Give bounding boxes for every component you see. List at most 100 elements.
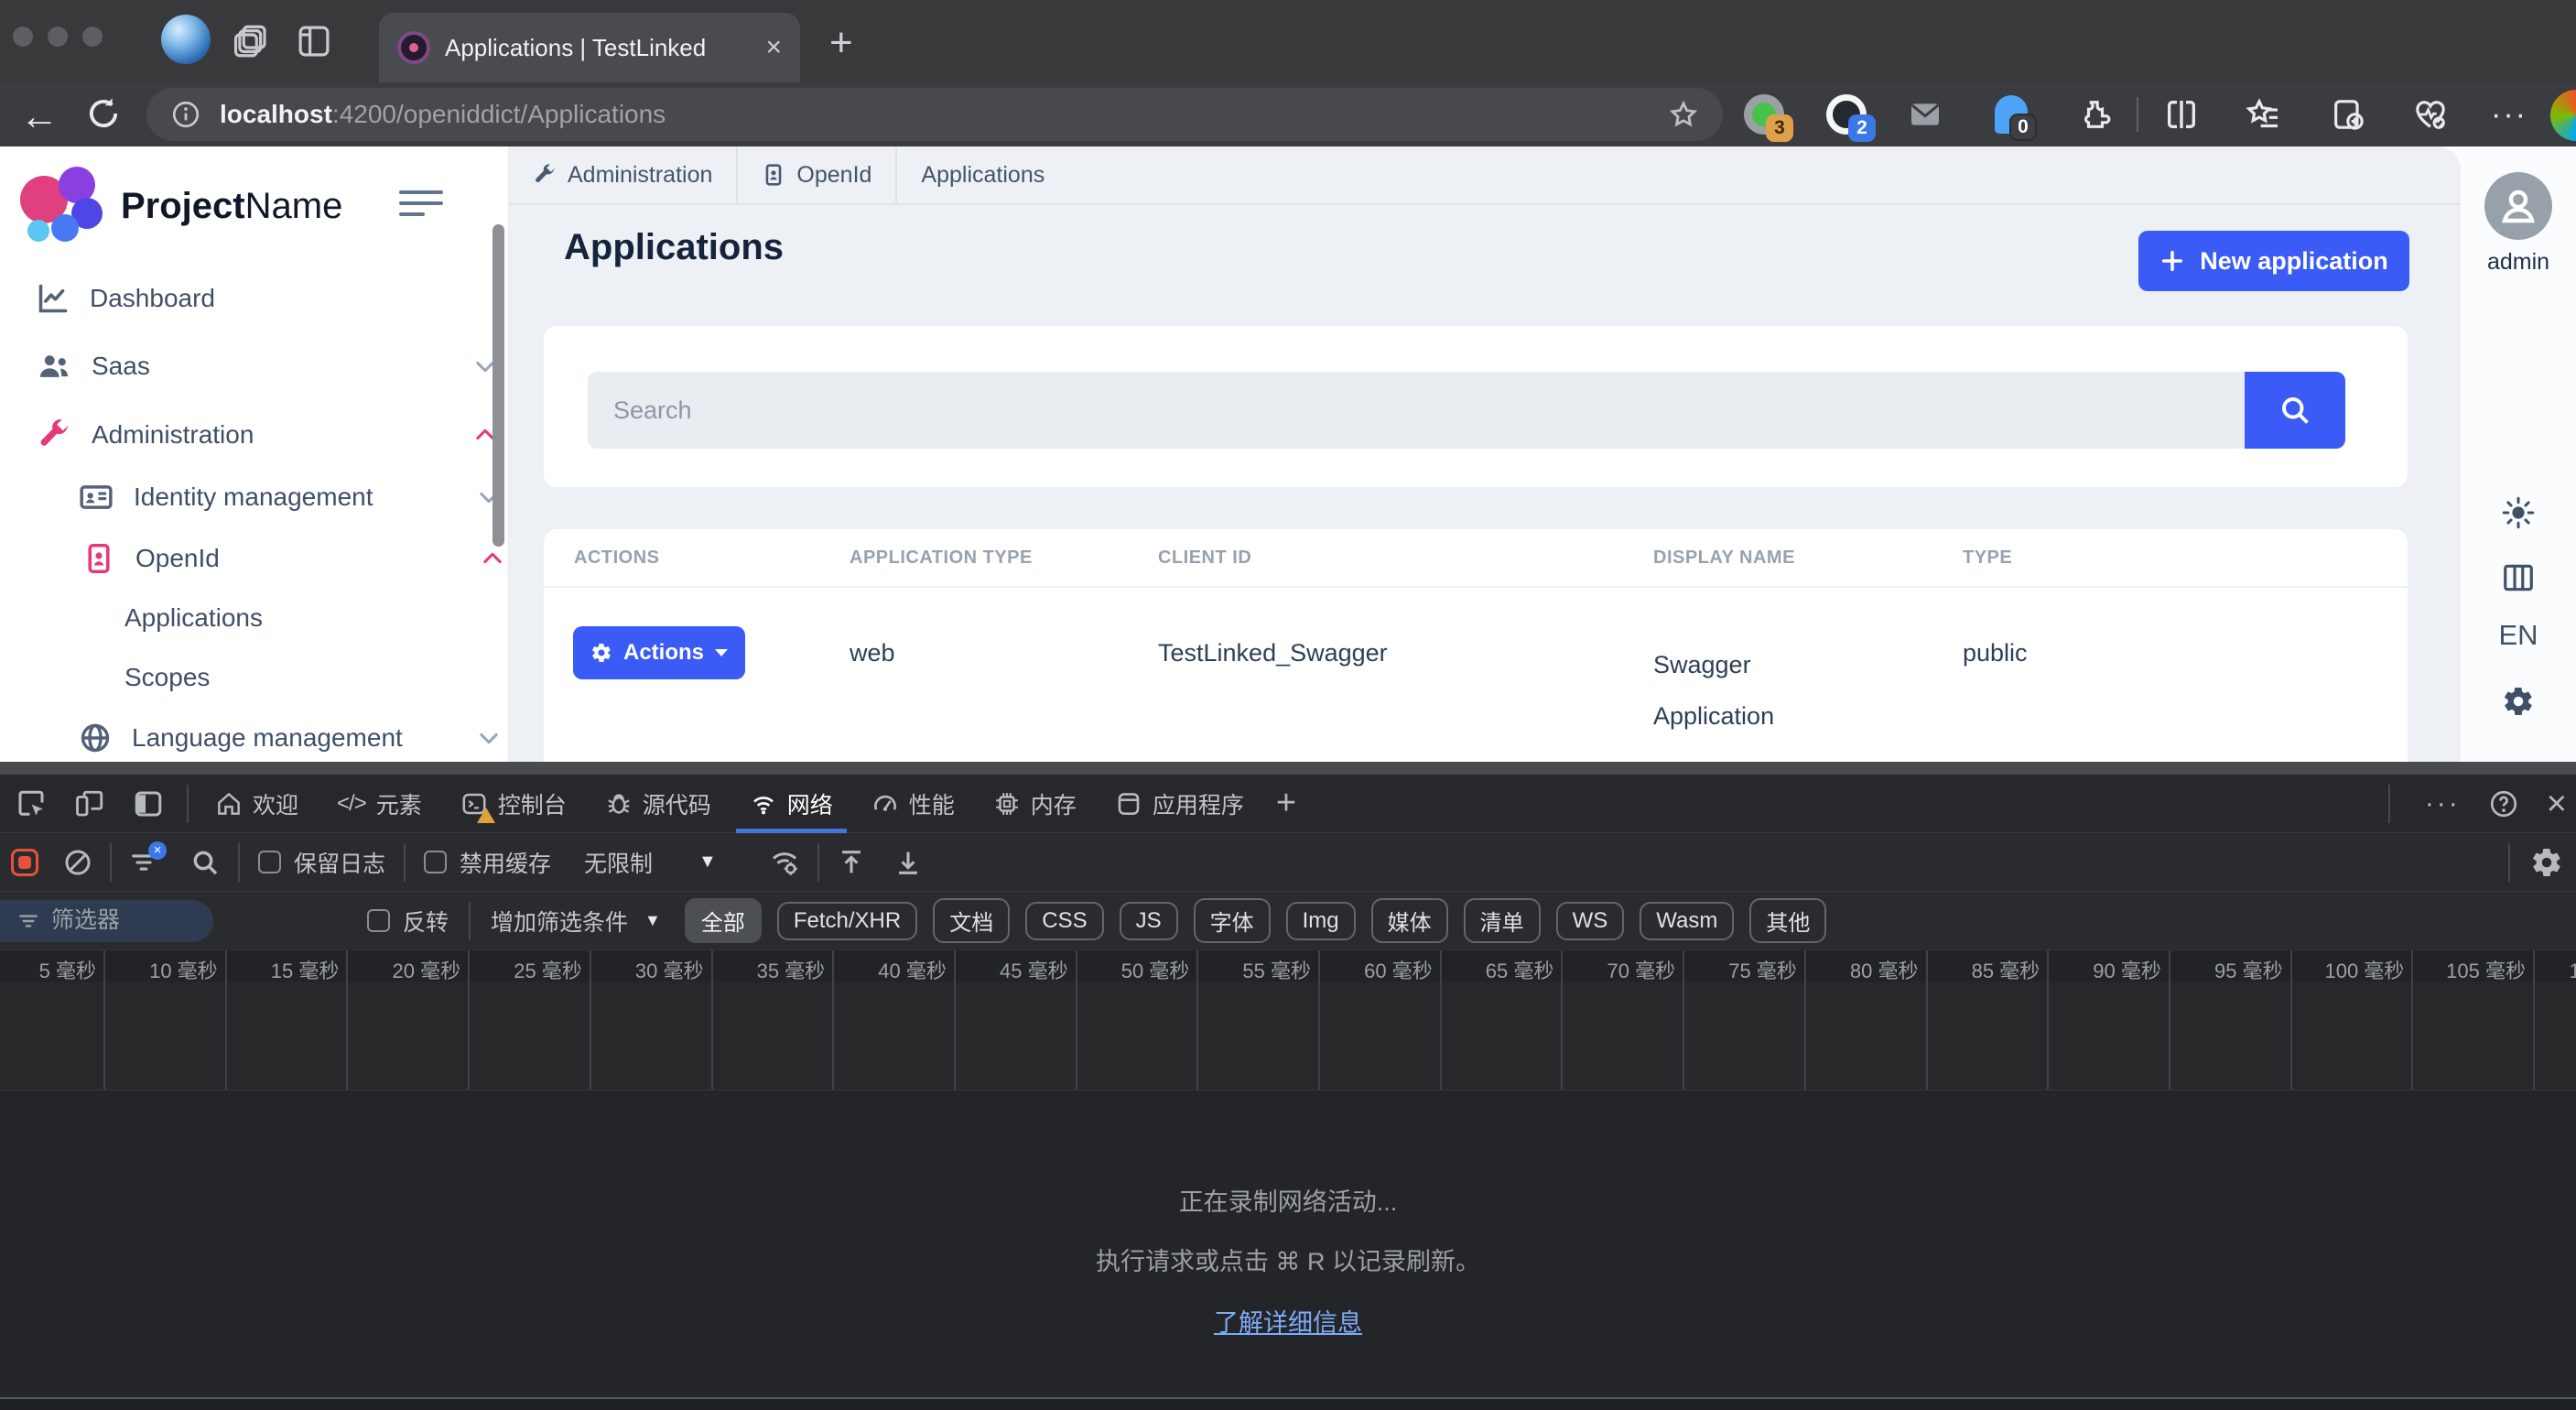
address-bar[interactable]: localhost:4200/openiddict/Applications <box>146 88 1723 141</box>
search-button[interactable] <box>2245 372 2345 449</box>
browser-profile-avatar[interactable] <box>161 15 211 64</box>
search-input[interactable] <box>588 372 2245 449</box>
network-conditions-icon[interactable] <box>768 846 801 879</box>
copilot-icon[interactable] <box>2550 90 2576 141</box>
record-button[interactable] <box>11 849 38 876</box>
tab-groups-icon[interactable] <box>233 22 271 60</box>
pill-doc[interactable]: 文档 <box>933 898 1010 943</box>
more-filters-dropdown[interactable]: 增加筛选条件 <box>491 905 628 938</box>
search-icon[interactable] <box>190 848 220 877</box>
pill-fetch-xhr[interactable]: Fetch/XHR <box>777 902 917 940</box>
row-actions-button[interactable]: Actions <box>573 626 745 679</box>
sidebar-item-saas[interactable]: Saas <box>37 342 531 390</box>
theme-toggle-button[interactable] <box>2461 496 2576 529</box>
app-logo[interactable]: ProjectName <box>20 167 342 245</box>
device-toolbar-icon[interactable] <box>73 787 106 820</box>
url-text[interactable]: localhost:4200/openiddict/Applications <box>220 100 1650 129</box>
user-avatar[interactable] <box>2484 172 2552 240</box>
breadcrumb-openid[interactable]: OpenId <box>738 146 895 204</box>
pill-media[interactable]: 媒体 <box>1371 898 1448 943</box>
extension-shortcut-icon[interactable]: 3 <box>1741 92 1787 137</box>
mail-extension-icon[interactable] <box>1902 92 1948 137</box>
window-zoom-button[interactable] <box>82 27 103 47</box>
layout-toggle-button[interactable] <box>2461 560 2576 595</box>
sidebar-collapse-icon[interactable] <box>399 190 443 223</box>
pill-ws[interactable]: WS <box>1556 902 1625 940</box>
bookmark-star-icon[interactable] <box>1668 99 1699 130</box>
timeline-gridline <box>468 950 470 1090</box>
github-extension-icon[interactable]: 2 <box>1824 92 1869 137</box>
window-controls[interactable] <box>13 27 103 47</box>
sidebar-scrollbar[interactable] <box>492 224 504 547</box>
ghost-extension-icon[interactable]: 0 <box>1988 92 2034 137</box>
window-minimize-button[interactable] <box>48 27 68 47</box>
sidebar-item-identity-management[interactable]: Identity management <box>79 473 492 521</box>
reload-button[interactable] <box>84 94 123 133</box>
favorites-icon[interactable] <box>2241 92 2287 137</box>
filter-toggle-icon[interactable]: × <box>128 847 159 878</box>
export-har-icon[interactable] <box>893 847 924 878</box>
dock-side-icon[interactable] <box>132 787 165 820</box>
pill-css[interactable]: CSS <box>1025 902 1103 940</box>
learn-more-link[interactable]: 了解详细信息 <box>1214 1303 1362 1339</box>
pill-manifest[interactable]: 清单 <box>1464 898 1541 943</box>
pill-wasm[interactable]: Wasm <box>1640 902 1734 940</box>
new-tab-button[interactable]: + <box>829 20 853 66</box>
tab-title: Applications | TestLinked <box>445 34 751 62</box>
clear-icon[interactable] <box>62 847 93 878</box>
preserve-log-checkbox[interactable] <box>258 851 281 873</box>
tab-close-icon[interactable]: × <box>765 32 782 63</box>
pill-all[interactable]: 全部 <box>685 898 762 943</box>
devtools-tab-application[interactable]: 应用程序 <box>1096 775 1263 833</box>
pill-other[interactable]: 其他 <box>1749 898 1826 943</box>
devtools-tab-network[interactable]: 网络 <box>731 775 852 833</box>
network-settings-gear-icon[interactable] <box>2530 846 2563 879</box>
devtools-menu-icon[interactable]: ··· <box>2425 788 2461 819</box>
pill-img[interactable]: Img <box>1286 902 1356 940</box>
inspect-element-icon[interactable] <box>15 787 48 820</box>
site-info-icon[interactable] <box>170 99 201 130</box>
breadcrumb-administration[interactable]: Administration <box>509 146 736 204</box>
more-tabs-button[interactable]: + <box>1263 784 1309 823</box>
sidebar-item-administration[interactable]: Administration <box>37 411 531 459</box>
new-application-button[interactable]: New application <box>2138 231 2409 291</box>
import-har-icon[interactable] <box>836 847 867 878</box>
sidebar-item-label: Dashboard <box>90 284 215 313</box>
pill-js[interactable]: JS <box>1120 902 1178 940</box>
devtools-tab-sources[interactable]: 源代码 <box>586 775 731 833</box>
network-filter-field[interactable] <box>0 900 213 942</box>
devtools-tab-welcome[interactable]: 欢迎 <box>196 775 318 833</box>
settings-button[interactable] <box>2461 685 2576 718</box>
timeline-gridline <box>1926 950 1928 1090</box>
split-screen-icon[interactable] <box>2159 92 2204 137</box>
browser-essentials-icon[interactable] <box>2408 92 2453 137</box>
invert-checkbox[interactable] <box>367 909 390 932</box>
sidebar-item-language-management[interactable]: Language management <box>79 714 492 762</box>
disable-cache-checkbox[interactable] <box>424 851 447 873</box>
sidebar-item-openid[interactable]: OpenId <box>82 535 492 582</box>
network-waterfall[interactable]: 5 毫秒10 毫秒15 毫秒20 毫秒25 毫秒30 毫秒35 毫秒40 毫秒4… <box>0 950 2576 1090</box>
browser-menu-icon[interactable]: ··· <box>2486 92 2532 137</box>
help-icon[interactable] <box>2488 788 2519 819</box>
throttling-caret-icon[interactable]: ▼ <box>698 851 717 873</box>
users-icon <box>37 349 71 384</box>
devtools-tab-memory[interactable]: 内存 <box>974 775 1096 833</box>
devtools-close-icon[interactable]: × <box>2547 785 2567 824</box>
browser-tab-active[interactable]: Applications | TestLinked × <box>379 13 800 82</box>
devtools-tab-performance[interactable]: 性能 <box>852 775 974 833</box>
devtools-resize-handle[interactable] <box>0 762 2576 775</box>
window-close-button[interactable] <box>13 27 33 47</box>
sidebar-item-dashboard[interactable]: Dashboard <box>37 275 531 322</box>
devtools-tab-elements[interactable]: </> 元素 <box>318 775 441 833</box>
devtools-tab-console[interactable]: 控制台 <box>441 775 586 833</box>
language-selector[interactable]: EN <box>2461 619 2576 652</box>
screenshot-icon[interactable] <box>2325 92 2371 137</box>
filter-input[interactable] <box>51 907 189 934</box>
more-filters-caret-icon[interactable]: ▼ <box>644 911 661 930</box>
back-button[interactable]: ← <box>20 94 59 138</box>
pill-font[interactable]: 字体 <box>1194 898 1271 943</box>
breadcrumb-current: Applications <box>897 146 1068 204</box>
throttling-select[interactable]: 无限制 <box>584 846 653 879</box>
extensions-puzzle-icon[interactable] <box>2071 92 2116 137</box>
workspaces-icon[interactable] <box>295 22 333 60</box>
